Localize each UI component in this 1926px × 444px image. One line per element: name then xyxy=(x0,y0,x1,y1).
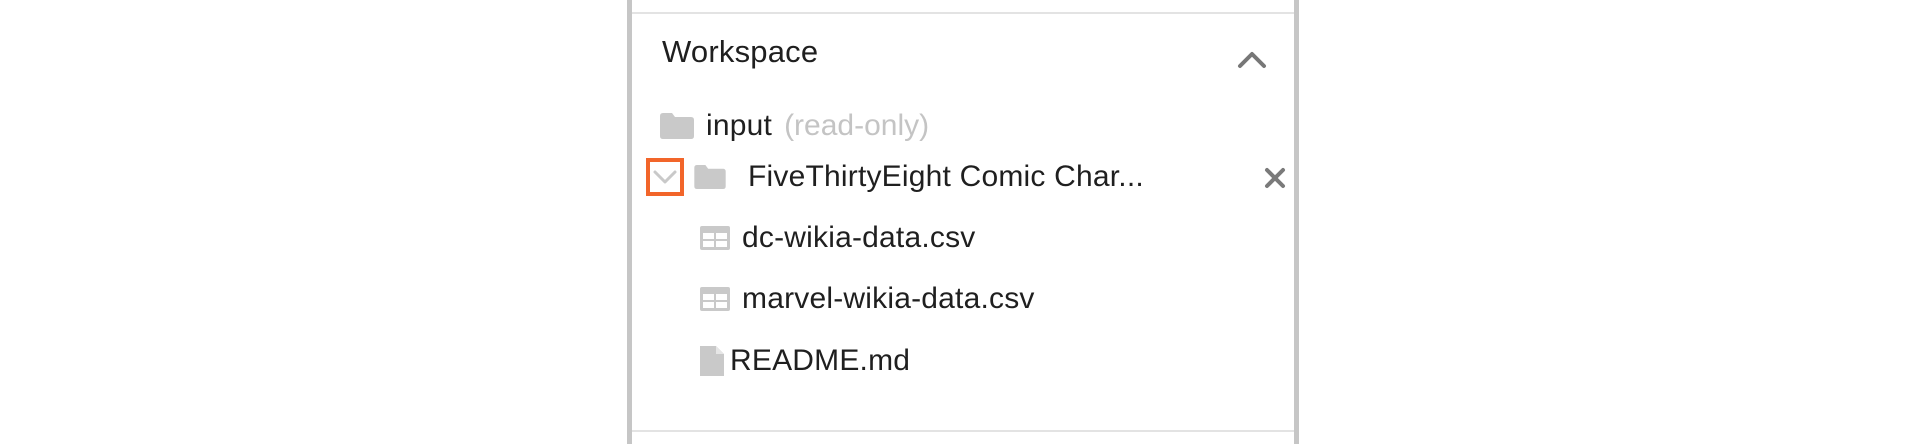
workspace-title: Workspace xyxy=(662,34,819,69)
remove-dataset-button[interactable] xyxy=(1261,164,1289,192)
chevron-down-icon xyxy=(652,168,678,186)
close-icon xyxy=(1261,164,1289,192)
file-label: README.md xyxy=(730,344,911,377)
read-only-note: (read-only) xyxy=(784,109,930,142)
folder-icon xyxy=(694,165,726,189)
file-item-dc-wikia-data[interactable]: dc-wikia-data.csv xyxy=(700,213,975,263)
panel-bottom-divider xyxy=(632,430,1294,432)
expand-toggle-button[interactable] xyxy=(646,158,684,196)
panel-top-divider xyxy=(632,12,1294,14)
file-item-marvel-wikia-data[interactable]: marvel-wikia-data.csv xyxy=(700,274,1035,324)
input-folder-label: input xyxy=(706,109,773,142)
folder-icon xyxy=(660,113,694,139)
input-folder-item[interactable]: input (read-only) xyxy=(660,101,929,151)
screenshot-stage: Workspace input (read-only) FiveThirtyEi… xyxy=(0,0,1926,444)
file-label: dc-wikia-data.csv xyxy=(742,221,976,254)
table-icon xyxy=(700,287,730,311)
collapse-workspace-button[interactable] xyxy=(1232,42,1272,74)
dataset-folder-item[interactable]: FiveThirtyEight Comic Char... xyxy=(646,152,1286,202)
dataset-folder-label: FiveThirtyEight Comic Char... xyxy=(748,160,1144,193)
file-item-readme[interactable]: README.md xyxy=(700,336,910,386)
file-label: marvel-wikia-data.csv xyxy=(742,282,1035,315)
table-icon xyxy=(700,226,730,250)
file-icon xyxy=(700,346,724,376)
workspace-panel: Workspace input (read-only) FiveThirtyEi… xyxy=(627,0,1299,444)
chevron-up-icon xyxy=(1232,42,1272,74)
